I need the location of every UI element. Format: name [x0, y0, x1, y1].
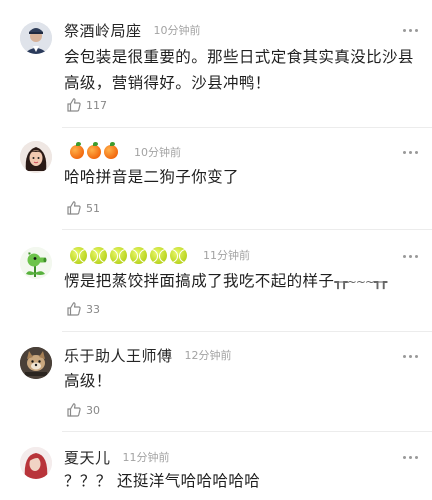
like-button[interactable]: 117 [66, 97, 107, 113]
comment-header: 11分钟前 [64, 243, 250, 267]
timestamp: 11分钟前 [203, 249, 250, 262]
tennis-ball-badge-icon [150, 246, 167, 264]
comment-header: 夏天儿 11分钟前 [64, 445, 170, 469]
more-options-icon[interactable] [403, 151, 418, 154]
divider [62, 331, 432, 332]
comment-text: 会包装是很重要的。那些日式定食其实真没比沙县高级，营销得好。沙县冲鸭！ [64, 48, 414, 92]
comment-text: 高级！ [64, 372, 112, 390]
divider [62, 229, 432, 230]
more-options-icon[interactable] [403, 355, 418, 358]
tennis-ball-badge-icon [130, 246, 147, 264]
username[interactable]: 乐于助人王师傅 [64, 345, 173, 366]
comment-text: 愣是把蒸饺拌面搞成了我吃不起的样子┱┲~~~┱┲ [64, 268, 414, 295]
cartoon-girl-avatar[interactable] [20, 141, 52, 173]
like-button[interactable]: 30 [66, 402, 100, 418]
tennis-ball-badge-icon [170, 246, 187, 264]
badge-group [70, 246, 187, 264]
tennis-ball-badge-icon [90, 246, 107, 264]
more-options-icon[interactable] [403, 255, 418, 258]
badge-group [70, 142, 118, 159]
like-count: 51 [86, 201, 100, 215]
divider [62, 127, 432, 128]
username[interactable]: 祭酒岭局座 [64, 20, 142, 41]
tennis-ball-badge-icon [110, 246, 127, 264]
thumbs-up-icon [67, 403, 81, 417]
orange-badge-icon [104, 142, 118, 159]
timestamp: 10分钟前 [153, 24, 201, 37]
peashooter-plant-avatar[interactable] [20, 247, 52, 279]
timestamp: 11分钟前 [122, 451, 170, 464]
comment-text-body: 愣是把蒸饺拌面搞成了我吃不起的样子 [64, 272, 335, 290]
dog-photo-avatar[interactable] [20, 347, 52, 379]
red-haired-woman-avatar[interactable] [20, 447, 52, 479]
tennis-ball-badge-icon [70, 246, 87, 264]
like-count: 117 [86, 98, 107, 112]
like-count: 30 [86, 403, 100, 417]
more-options-icon[interactable] [403, 29, 418, 32]
comment-text: 哈哈拼音是二狗子你变了 [64, 168, 239, 186]
like-count: 33 [86, 302, 100, 316]
divider [62, 431, 432, 432]
thumbs-up-icon [67, 98, 81, 112]
more-options-icon[interactable] [403, 456, 418, 459]
thumbs-up-icon [67, 201, 81, 215]
uniformed-man-avatar[interactable] [20, 22, 52, 54]
comment-header: 10分钟前 [64, 140, 181, 164]
comment-text: ？？？ 还挺洋气哈哈哈哈哈 [64, 472, 261, 490]
comment-header: 乐于助人王师傅 12分钟前 [64, 343, 232, 367]
orange-badge-icon [70, 142, 84, 159]
comment-text-emoticon: ┱┲~~~┱┲ [334, 275, 387, 289]
comment-header: 祭酒岭局座 10分钟前 [64, 18, 201, 42]
orange-badge-icon [87, 142, 101, 159]
timestamp: 12分钟前 [184, 349, 232, 362]
like-button[interactable]: 51 [66, 200, 100, 216]
thumbs-up-icon [67, 302, 81, 316]
like-button[interactable]: 33 [66, 301, 100, 317]
username[interactable]: 夏天儿 [64, 447, 111, 468]
timestamp: 10分钟前 [134, 146, 181, 159]
